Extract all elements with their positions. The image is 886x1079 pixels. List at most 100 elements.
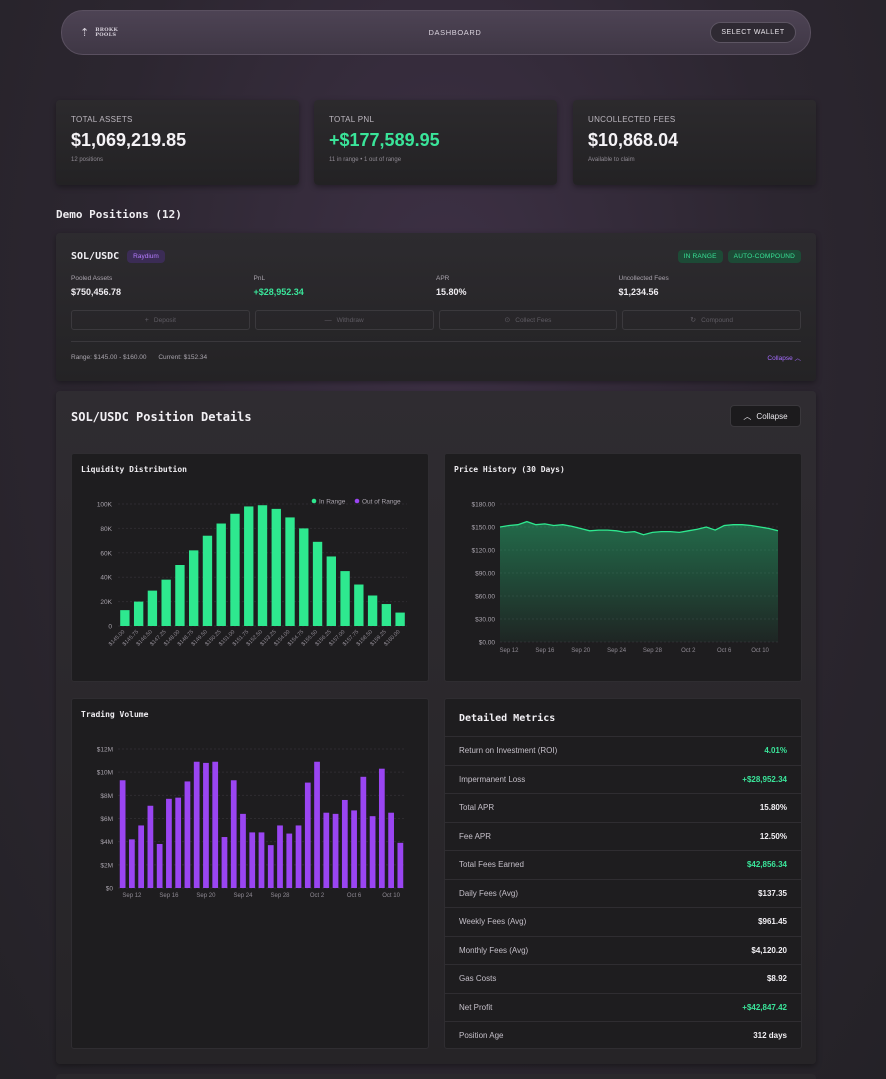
liquidity-bar — [230, 513, 240, 626]
liquidity-bar — [354, 584, 364, 626]
x-tick-label: Sep 12 — [122, 893, 142, 899]
details-collapse-button[interactable]: ︿ Collapse — [730, 405, 801, 427]
y-tick-label: $180.00 — [472, 502, 496, 509]
volume-bar — [258, 832, 265, 888]
metric-label: Monthly Fees (Avg) — [459, 945, 529, 955]
metric-value: +$28,952.34 — [742, 774, 787, 784]
liquidity-bar — [120, 610, 130, 626]
volume-bar — [267, 845, 274, 888]
brand-logo[interactable]: ⇡ BROKK POOLS — [80, 26, 200, 39]
liquidity-bar — [257, 505, 268, 626]
metric-value: 312 days — [753, 1031, 787, 1040]
metric-value: 12.50% — [759, 831, 787, 841]
refresh-icon: ↻ — [690, 317, 697, 324]
trading-volume-chart: $0 $2M $4M $6M $8M $10M $12M Sep 12 Sep 16 Sep 20… — [97, 747, 405, 899]
chevron-up-icon: ︿ — [794, 355, 802, 362]
position-collapse-link[interactable]: Collapse ︿ — [767, 352, 801, 362]
volume-bar — [360, 776, 367, 888]
collect-fees-button[interactable]: ⊙ Collect Fees — [438, 310, 618, 330]
x-tick-label: Sep 28 — [643, 648, 663, 654]
y-tick-label: $4M — [100, 839, 113, 846]
y-tick-label: $60.00 — [475, 594, 495, 601]
stat-subtext: 12 positions — [71, 157, 104, 163]
metric-label: Total APR — [459, 803, 495, 812]
metric-label: Pooled Assets — [71, 275, 113, 282]
y-tick-label: $0.00 — [479, 640, 496, 647]
liquidity-bar — [381, 604, 392, 626]
metric-value: 15.80% — [759, 803, 787, 812]
volume-bar — [156, 843, 163, 888]
stat-card-total-assets: TOTAL ASSETS $1,069,219.85 12 positions — [56, 100, 299, 185]
liquidity-bar — [244, 506, 254, 626]
y-tick-label: $120.00 — [472, 548, 496, 555]
x-tick-label: Oct 2 — [310, 893, 325, 899]
price-chart-panel: Price History (30 Days) $0.00 $30.00 $60.0… — [444, 453, 802, 682]
metric-label: Position Age — [459, 1031, 504, 1040]
metric-value: $42,856.34 — [746, 860, 787, 869]
metric-value: $961.45 — [758, 917, 787, 926]
stat-subtext: 11 in range • 1 out of range — [329, 157, 402, 163]
liquidity-bar — [340, 571, 350, 626]
plus-icon: + — [144, 316, 149, 324]
deposit-button[interactable]: + Deposit — [71, 310, 250, 330]
range-text: Range: $145.00 - $160.00 — [71, 353, 147, 361]
metric-label: Daily Fees (Avg) — [459, 888, 518, 898]
pooled-assets-metric: Pooled Assets $750,456.78 — [71, 275, 254, 297]
y-tick-label: $30.00 — [475, 617, 495, 624]
volume-bar — [119, 780, 126, 888]
y-tick-label: $0 — [106, 886, 114, 893]
metric-label: Net Profit — [459, 1002, 493, 1012]
liquidity-bar — [161, 579, 171, 626]
details-title: SOL/USDC Position Details — [71, 410, 252, 424]
volume-bar — [286, 833, 293, 888]
liquidity-bar — [133, 601, 144, 626]
metric-label: Uncollected Fees — [618, 275, 669, 282]
volume-bar — [277, 825, 283, 888]
metric-value: 15.80% — [436, 287, 467, 297]
metric-label: Return on Investment (ROI) — [459, 746, 558, 755]
uncollected-fees-metric: Uncollected Fees $1,234.56 — [619, 275, 802, 297]
volume-bar — [193, 761, 200, 888]
auto-compound-badge: AUTO-COMPOUND — [727, 249, 801, 263]
detailed-metrics-panel: Detailed Metrics Return on Investment (R… — [444, 698, 802, 1049]
metric-value: $4,120.20 — [751, 945, 787, 955]
legend-marker-in-range — [311, 498, 317, 504]
nav-dashboard-link[interactable]: DASHBOARD — [429, 28, 482, 37]
volume-bar — [351, 810, 357, 888]
metric-row: Total Fees Earned $42,856.34 — [445, 850, 801, 878]
volume-bar — [147, 805, 154, 888]
stat-value: +$177,589.95 — [329, 130, 440, 150]
volume-bar — [369, 816, 376, 888]
volume-bar — [166, 798, 172, 888]
select-wallet-button[interactable]: SELECT WALLET — [709, 22, 796, 43]
x-tick-label: Oct 6 — [347, 893, 362, 899]
top-nav: ⇡ BROKK POOLS DASHBOARD SELECT WALLET — [61, 10, 811, 55]
liquidity-bar — [189, 550, 199, 626]
liquidity-bar — [175, 565, 185, 626]
volume-bar — [295, 825, 302, 888]
volume-bar — [304, 782, 311, 888]
volume-bar — [203, 762, 209, 888]
position-card: SOL/USDC Raydium IN RANGE AUTO-COMPOUND … — [56, 233, 816, 381]
metric-row: Total APR 15.80% — [445, 793, 801, 821]
metric-row: Position Age 312 days — [445, 1021, 801, 1049]
volume-bar — [230, 780, 237, 888]
metric-row: Impermanent Loss +$28,952.34 — [445, 764, 801, 793]
metric-label: Total Fees Earned — [459, 860, 524, 869]
compound-button[interactable]: ↻ Compound — [622, 310, 801, 330]
x-tick-label: Sep 12 — [499, 648, 519, 654]
volume-bar — [323, 812, 330, 888]
x-tick-label: Sep 20 — [196, 893, 216, 899]
collapse-label: Collapse — [767, 355, 793, 362]
y-tick-label: 100K — [97, 502, 113, 509]
volume-bar — [212, 761, 219, 888]
positions-section-title: Demo Positions (12) — [56, 208, 182, 221]
volume-bar — [129, 839, 135, 888]
metric-label: PnL — [253, 275, 266, 282]
volume-bar — [378, 768, 385, 888]
dollar-circle-icon: ⊙ — [504, 317, 511, 324]
collect-fees-label: Collect Fees — [515, 316, 552, 324]
compound-label: Compound — [701, 316, 733, 324]
metric-label: Weekly Fees (Avg) — [459, 917, 527, 926]
withdraw-button[interactable]: — Withdraw — [254, 310, 434, 330]
